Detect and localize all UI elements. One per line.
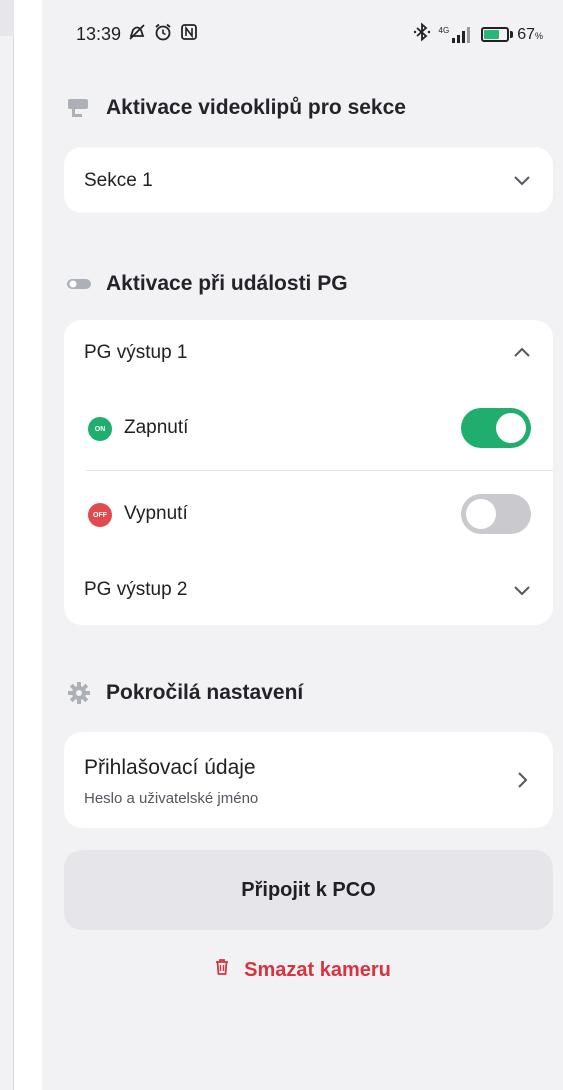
delete-camera-label: Smazat kameru xyxy=(244,958,391,981)
background-window-header xyxy=(0,0,14,36)
bluetooth-icon xyxy=(413,22,431,47)
pg-output-1-header[interactable]: PG výstup 1 xyxy=(64,320,553,386)
status-bar: 13:39 4G 67% xyxy=(42,0,563,64)
pg-output-2-label: PG výstup 2 xyxy=(84,579,188,600)
connect-pco-button[interactable]: Připojit k PCO xyxy=(64,850,553,930)
network-type: 4G xyxy=(438,25,450,35)
nfc-icon xyxy=(179,22,199,47)
section-select-value: Sekce 1 xyxy=(84,170,153,191)
signal-icon: 4G xyxy=(438,25,474,43)
background-window-strip xyxy=(0,0,14,1090)
pg-event-on-row: ON Zapnutí xyxy=(64,386,553,470)
gear-icon xyxy=(66,682,92,704)
pg-event-off-row: OFF Vypnutí xyxy=(64,471,553,557)
pg-section-title: Aktivace při události PG xyxy=(106,272,348,295)
video-section-title: Aktivace videoklipů pro sekce xyxy=(106,96,406,119)
advanced-section-header: Pokročilá nastavení xyxy=(66,681,303,705)
advanced-section-title: Pokročilá nastavení xyxy=(106,681,304,704)
on-badge-icon: ON xyxy=(88,417,112,441)
battery-indicator: 67% xyxy=(481,26,543,44)
toggle-icon xyxy=(66,273,92,295)
credentials-title: Přihlašovací údaje xyxy=(84,756,256,779)
pg-event-off-label: Vypnutí xyxy=(124,503,188,524)
alarm-clock-icon xyxy=(153,22,173,47)
battery-icon xyxy=(481,27,510,42)
video-section-header: Aktivace videoklipů pro sekce xyxy=(66,96,406,120)
status-time: 13:39 xyxy=(76,24,122,44)
muted-notification-icon xyxy=(127,22,147,47)
pg-section-header: Aktivace při události PG xyxy=(66,272,348,296)
pg-output-1-label: PG výstup 1 xyxy=(84,342,188,363)
chevron-down-icon xyxy=(511,579,533,601)
pg-event-off-toggle[interactable] xyxy=(461,494,531,534)
battery-percent: 67 xyxy=(517,25,535,43)
window-divider xyxy=(28,0,40,1090)
chevron-up-icon xyxy=(511,342,533,364)
battery-percent-unit: % xyxy=(534,30,543,41)
chevron-down-icon xyxy=(511,169,533,191)
pg-outputs-card: PG výstup 1 ON Zapnutí OFF Vypnutí PG vý… xyxy=(64,320,553,625)
credentials-subtitle: Heslo a uživatelské jméno xyxy=(84,790,259,807)
chevron-right-icon xyxy=(511,769,533,791)
delete-camera-button[interactable]: Smazat kameru xyxy=(42,958,563,982)
status-left: 13:39 xyxy=(76,22,199,47)
credentials-row[interactable]: Přihlašovací údaje Heslo a uživatelské j… xyxy=(64,732,553,828)
off-badge-icon: OFF xyxy=(88,503,112,527)
status-right: 4G 67% xyxy=(413,22,543,47)
pg-event-on-toggle[interactable] xyxy=(461,408,531,448)
phone-screen: 13:39 4G 67% Aktivace videoklipů pro sek… xyxy=(42,0,563,1090)
pg-event-on-label: Zapnutí xyxy=(124,417,189,438)
section-select[interactable]: Sekce 1 xyxy=(64,147,553,213)
trash-icon xyxy=(214,958,230,982)
camera-icon xyxy=(66,97,92,119)
pg-output-2-header[interactable]: PG výstup 2 xyxy=(64,557,553,623)
